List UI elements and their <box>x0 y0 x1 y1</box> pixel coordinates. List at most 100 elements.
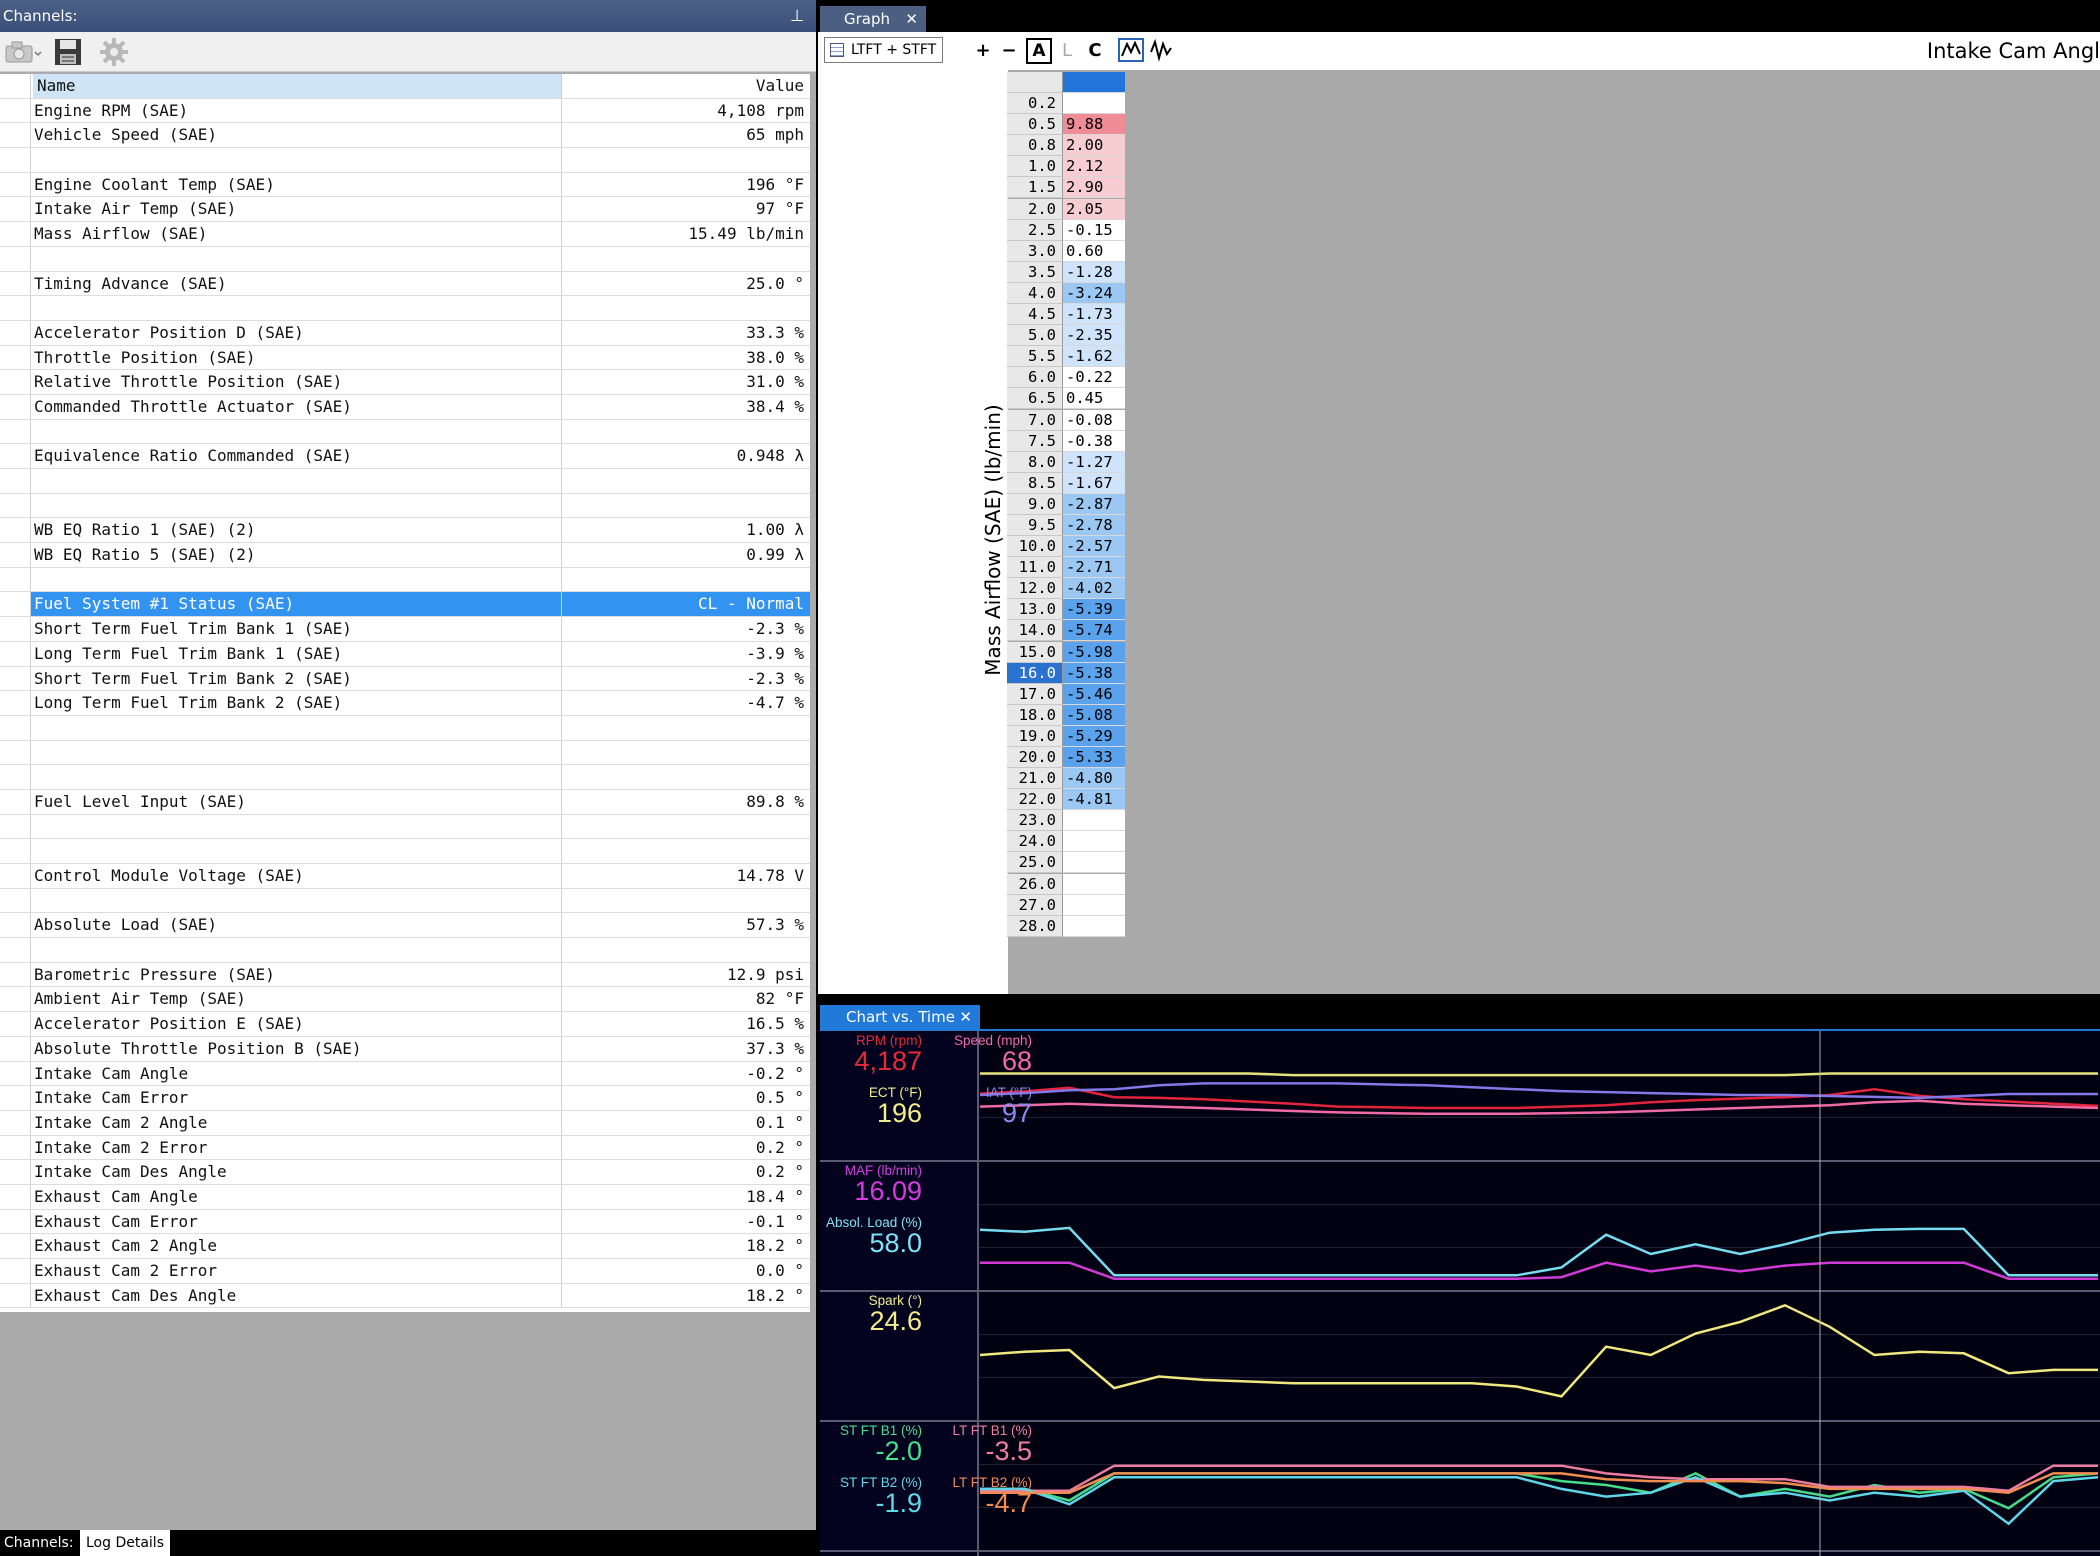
trim-value-cell[interactable]: -1.27 <box>1063 451 1125 473</box>
mode-c-button[interactable]: C <box>1082 38 1108 64</box>
table-row[interactable]: Intake Cam Des Angle 0.2 ° <box>0 1160 810 1185</box>
table-row[interactable]: 23.0 <box>1007 810 1127 832</box>
trim-value-cell[interactable]: -1.62 <box>1063 346 1125 368</box>
table-row[interactable]: Control Module Voltage (SAE) 14.78 V <box>0 864 810 889</box>
close-icon[interactable]: ✕ <box>905 6 918 32</box>
column-header-cell[interactable] <box>1063 72 1125 93</box>
trim-value-cell[interactable]: -5.29 <box>1063 725 1125 747</box>
trim-value-cell[interactable]: -1.28 <box>1063 261 1125 283</box>
trim-value-cell[interactable]: 2.12 <box>1063 156 1125 178</box>
trim-value-cell[interactable] <box>1063 810 1125 832</box>
table-row[interactable]: 24.0 <box>1007 831 1127 853</box>
table-row[interactable]: Accelerator Position E (SAE) 16.5 % <box>0 1012 810 1037</box>
tab-channels[interactable]: Channels: <box>0 1530 78 1556</box>
table-row[interactable]: 22.0 -4.81 <box>1007 789 1127 811</box>
table-row[interactable] <box>0 814 810 840</box>
table-row[interactable]: Barometric Pressure (SAE) 12.9 psi <box>0 962 810 988</box>
trim-value-cell[interactable]: -3.24 <box>1063 282 1125 304</box>
table-row[interactable]: 7.5 -0.38 <box>1007 430 1127 452</box>
trim-value-cell[interactable]: -1.67 <box>1063 472 1125 494</box>
trim-value-cell[interactable]: -2.71 <box>1063 557 1125 579</box>
table-row[interactable]: Ambient Air Temp (SAE) 82 °F <box>0 987 810 1013</box>
table-row[interactable]: Commanded Throttle Actuator (SAE) 38.4 % <box>0 394 810 420</box>
table-row[interactable]: 0.8 2.00 <box>1007 135 1127 157</box>
table-row[interactable]: 26.0 <box>1007 873 1127 895</box>
table-row[interactable]: 5.5 -1.62 <box>1007 346 1127 368</box>
table-row[interactable]: 7.0 -0.08 <box>1007 409 1127 431</box>
table-row[interactable] <box>0 296 810 321</box>
table-row[interactable]: 4.0 -3.24 <box>1007 282 1127 304</box>
table-row[interactable]: Engine Coolant Temp (SAE) 196 °F <box>0 172 810 198</box>
trim-value-cell[interactable]: 9.88 <box>1063 114 1125 136</box>
table-row[interactable]: Exhaust Cam 2 Angle 18.2 ° <box>0 1234 810 1259</box>
trim-value-cell[interactable]: -5.46 <box>1063 683 1125 705</box>
table-row[interactable]: 25.0 <box>1007 852 1127 874</box>
trim-value-cell[interactable]: -1.73 <box>1063 304 1125 326</box>
trim-value-cell[interactable]: -5.33 <box>1063 747 1125 768</box>
trim-value-cell[interactable] <box>1063 852 1125 874</box>
table-row[interactable] <box>0 246 810 272</box>
camera-icon[interactable] <box>2 36 44 68</box>
table-row[interactable]: 15.0 -5.98 <box>1007 641 1127 663</box>
trim-value-cell[interactable] <box>1063 915 1125 937</box>
gear-icon[interactable] <box>98 36 130 68</box>
table-row[interactable]: Short Term Fuel Trim Bank 2 (SAE) -2.3 % <box>0 666 810 692</box>
table-row[interactable]: 20.0 -5.33 <box>1007 747 1127 768</box>
tab-graph[interactable]: Graph ✕ <box>820 6 926 32</box>
table-row[interactable]: 8.5 -1.67 <box>1007 472 1127 494</box>
column-header-name[interactable]: Name <box>33 74 561 98</box>
table-row[interactable]: Exhaust Cam 2 Error 0.0 ° <box>0 1259 810 1284</box>
table-row[interactable]: Timing Advance (SAE) 25.0 ° <box>0 271 810 297</box>
tab-chart-vs-time[interactable]: Chart vs. Time ✕ <box>820 1005 980 1029</box>
table-row[interactable]: 6.0 -0.22 <box>1007 367 1127 389</box>
table-row[interactable]: Intake Cam Error 0.5 ° <box>0 1086 810 1111</box>
table-row[interactable]: 19.0 -5.29 <box>1007 725 1127 747</box>
trim-value-cell[interactable]: -2.35 <box>1063 325 1125 347</box>
table-row[interactable]: Exhaust Cam Error -0.1 ° <box>0 1209 810 1235</box>
trim-value-cell[interactable]: -2.57 <box>1063 536 1125 558</box>
mode-a-button[interactable]: A <box>1026 38 1052 64</box>
table-row[interactable] <box>0 938 810 963</box>
table-row[interactable]: 16.0 -5.38 <box>1007 662 1127 684</box>
table-row[interactable]: 1.5 2.90 <box>1007 177 1127 199</box>
trim-value-cell[interactable]: 0.45 <box>1063 388 1125 410</box>
tab-log-details[interactable]: Log Details <box>80 1530 170 1556</box>
trim-value-cell[interactable]: 2.05 <box>1063 198 1125 220</box>
table-row[interactable] <box>0 715 810 741</box>
trim-value-cell[interactable]: -0.38 <box>1063 430 1125 452</box>
table-row[interactable]: 4.5 -1.73 <box>1007 304 1127 326</box>
trim-value-cell[interactable]: -5.39 <box>1063 599 1125 621</box>
table-row[interactable]: 5.0 -2.35 <box>1007 325 1127 347</box>
trim-value-cell[interactable]: -0.22 <box>1063 367 1125 389</box>
table-row[interactable]: Intake Air Temp (SAE) 97 °F <box>0 197 810 223</box>
table-row[interactable]: Long Term Fuel Trim Bank 2 (SAE) -4.7 % <box>0 691 810 716</box>
table-row[interactable] <box>0 469 810 494</box>
table-row[interactable]: Engine RPM (SAE) 4,108 rpm <box>0 98 810 124</box>
table-row[interactable]: 0.2 <box>1007 93 1127 115</box>
table-row[interactable]: Equivalence Ratio Commanded (SAE) 0.948 λ <box>0 444 810 469</box>
trim-value-cell[interactable]: -5.74 <box>1063 620 1125 642</box>
table-row[interactable]: 18.0 -5.08 <box>1007 704 1127 726</box>
table-row[interactable] <box>0 740 810 766</box>
table-row[interactable]: Throttle Position (SAE) 38.0 % <box>0 345 810 371</box>
trim-value-cell[interactable]: 2.90 <box>1063 177 1125 199</box>
table-row[interactable]: Short Term Fuel Trim Bank 1 (SAE) -2.3 % <box>0 617 810 642</box>
table-row[interactable] <box>0 493 810 519</box>
table-row[interactable]: 2.0 2.05 <box>1007 198 1127 220</box>
table-row[interactable]: Vehicle Speed (SAE) 65 mph <box>0 123 810 149</box>
table-row[interactable]: 2.5 -0.15 <box>1007 219 1127 241</box>
trim-value-cell[interactable]: -0.15 <box>1063 219 1125 241</box>
trim-value-cell[interactable] <box>1063 873 1125 895</box>
table-row[interactable]: Fuel System #1 Status (SAE) CL - Normal <box>0 592 810 618</box>
table-row[interactable]: Mass Airflow (SAE) 15.49 lb/min <box>0 222 810 247</box>
column-header-value[interactable]: Value <box>756 74 804 98</box>
table-row[interactable]: 3.5 -1.28 <box>1007 261 1127 283</box>
chart-vs-time-panel[interactable]: RPM (rpm) 4,187 Speed (mph) 68 ECT (°F) 196 IA… <box>820 1029 2100 1556</box>
trim-value-cell[interactable]: -5.08 <box>1063 704 1125 726</box>
table-row[interactable] <box>0 148 810 173</box>
table-row[interactable]: 3.0 0.60 <box>1007 240 1127 262</box>
trim-value-cell[interactable]: 2.00 <box>1063 135 1125 157</box>
table-row[interactable]: 9.0 -2.87 <box>1007 493 1127 515</box>
table-row[interactable]: WB EQ Ratio 5 (SAE) (2) 0.99 λ <box>0 543 810 568</box>
waveform-icon[interactable] <box>1148 38 1174 64</box>
